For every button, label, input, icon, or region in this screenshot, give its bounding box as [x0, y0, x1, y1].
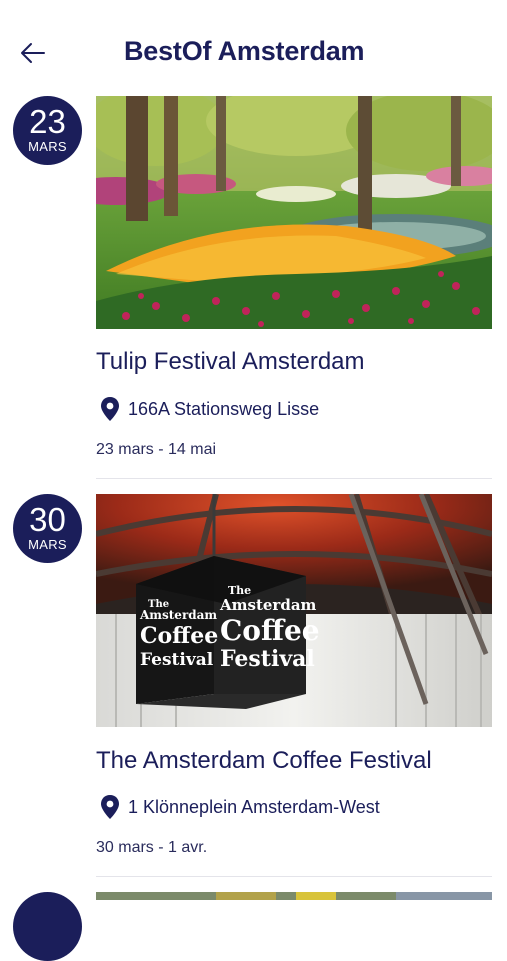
coffee-festival-photo: The Amsterdam Coffee Festival The Amster…	[96, 494, 492, 727]
arrow-left-icon	[21, 43, 45, 63]
sign-text-coffee: Coffee	[220, 614, 320, 647]
event-title[interactable]: The Amsterdam Coffee Festival	[96, 747, 432, 775]
location-pin-icon	[101, 795, 119, 819]
tulip-garden-photo	[96, 96, 492, 329]
sign-text-amsterdam: Amsterdam	[139, 608, 217, 622]
date-month: MARS	[28, 537, 67, 552]
event-image[interactable]	[96, 892, 492, 900]
event-image[interactable]: The Amsterdam Coffee Festival The Amster…	[96, 494, 492, 727]
app-header: BestOf Amsterdam	[0, 0, 507, 96]
event-title[interactable]: Tulip Festival Amsterdam	[96, 348, 365, 376]
page-title: BestOf Amsterdam	[124, 36, 365, 66]
date-day: 23	[29, 103, 66, 140]
event-location[interactable]: 1 Klönneplein Amsterdam-West	[100, 792, 380, 822]
back-button[interactable]	[18, 38, 48, 68]
divider	[96, 478, 492, 479]
date-badge	[13, 892, 82, 961]
sign-text-festival: Festival	[140, 650, 214, 670]
date-month: MARS	[28, 139, 67, 154]
location-text: 1 Klönneplein Amsterdam-West	[128, 796, 380, 817]
location-pin-icon	[101, 397, 119, 421]
event-dates: 23 mars - 14 mai	[96, 441, 217, 458]
sign-text-festival: Festival	[220, 646, 315, 672]
event-location[interactable]: 166A Stationsweg Lisse	[100, 394, 319, 424]
location-text: 166A Stationsweg Lisse	[128, 398, 320, 419]
date-badge: 30 MARS	[13, 494, 82, 563]
event-image[interactable]	[96, 96, 492, 329]
sign-text-amsterdam: Amsterdam	[219, 596, 317, 614]
event-dates: 30 mars - 1 avr.	[96, 839, 208, 856]
event-photo-partial	[96, 892, 492, 900]
date-badge: 23 MARS	[13, 96, 82, 165]
divider	[96, 876, 492, 877]
date-day: 30	[29, 501, 66, 538]
sign-text-coffee: Coffee	[140, 623, 218, 649]
